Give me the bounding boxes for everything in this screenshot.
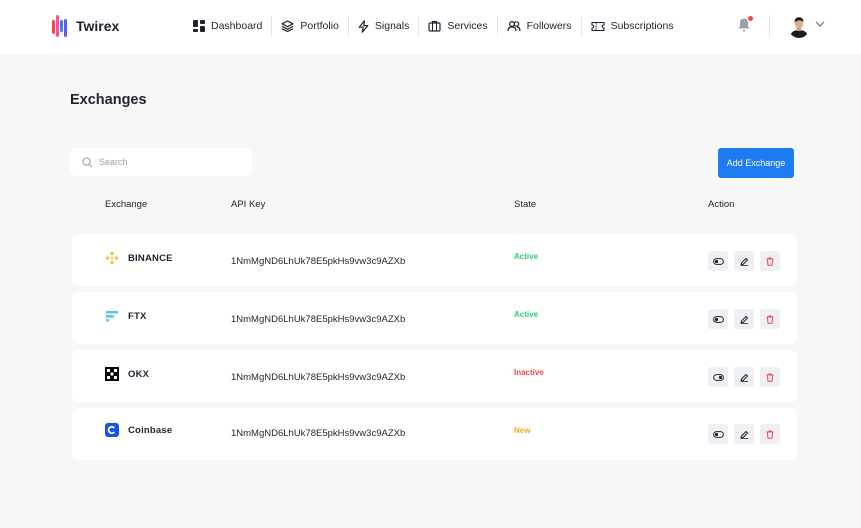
brand-name: Twirex <box>76 18 120 34</box>
nav-label: Subscriptions <box>610 20 674 32</box>
briefcase-icon <box>428 21 441 32</box>
delete-icon <box>766 257 774 266</box>
column-header-action: Action <box>708 199 735 210</box>
add-exchange-button[interactable]: Add Exchange <box>718 148 794 178</box>
nav-label: Signals <box>374 20 410 32</box>
users-icon <box>507 20 521 32</box>
nav-label: Dashboard <box>211 20 263 32</box>
nav-label: Portfolio <box>300 20 339 32</box>
toggle-icon <box>712 430 724 438</box>
okx-logo-icon <box>105 367 119 381</box>
toggle-button[interactable] <box>708 424 728 444</box>
avatar[interactable] <box>788 14 810 38</box>
nav-item-signals[interactable]: Signals <box>349 15 418 37</box>
delete-button[interactable] <box>760 367 780 387</box>
nav-item-subscriptions[interactable]: Subscriptions <box>582 15 683 37</box>
nav-item-portfolio[interactable]: Portfolio <box>272 15 348 37</box>
api-key: 1NmMgND6LhUk78E5pkHs9vw3c9AZXb <box>231 428 406 439</box>
brand-logo[interactable]: Twirex <box>52 15 119 37</box>
nav-item-dashboard[interactable]: Dashboard <box>184 15 271 37</box>
toggle-button[interactable] <box>708 251 728 271</box>
row-actions <box>708 424 786 444</box>
delete-icon <box>766 430 774 439</box>
delete-button[interactable] <box>760 251 780 271</box>
user-photo <box>788 14 810 38</box>
notification-badge <box>748 16 753 21</box>
layers-icon <box>281 20 294 32</box>
toggle-button[interactable] <box>708 309 728 329</box>
top-navbar: Twirex Dashboard Portfolio Signals Servi… <box>0 0 861 54</box>
main-nav: Dashboard Portfolio Signals Services Fol… <box>184 15 683 37</box>
coinbase-logo-icon <box>105 423 119 437</box>
nav-item-followers[interactable]: Followers <box>498 15 581 37</box>
nav-label: Followers <box>526 20 572 32</box>
table-row: BINANCE 1NmMgND6LhUk78E5pkHs9vw3c9AZXb A… <box>72 234 797 286</box>
delete-button[interactable] <box>760 424 780 444</box>
notifications-button[interactable] <box>737 16 753 34</box>
delete-button[interactable] <box>760 309 780 329</box>
api-key: 1NmMgND6LhUk78E5pkHs9vw3c9AZXb <box>231 256 406 267</box>
column-header-state: State <box>514 199 537 210</box>
edit-button[interactable] <box>734 367 754 387</box>
exchange-name: Coinbase <box>128 425 173 436</box>
status-badge: New <box>514 426 531 435</box>
column-header-api-key: API Key <box>231 199 266 210</box>
edit-icon <box>739 257 748 266</box>
table-row: FTX 1NmMgND6LhUk78E5pkHs9vw3c9AZXb Activ… <box>72 292 797 344</box>
search-box[interactable] <box>70 148 252 176</box>
delete-icon <box>766 315 774 324</box>
edit-icon <box>739 373 748 382</box>
twirex-logo-icon <box>52 15 70 37</box>
ticket-icon <box>591 21 605 31</box>
toggle-icon <box>712 373 724 381</box>
row-actions <box>708 367 786 387</box>
api-key: 1NmMgND6LhUk78E5pkHs9vw3c9AZXb <box>231 314 406 325</box>
edit-icon <box>739 315 748 324</box>
row-actions <box>708 309 786 329</box>
status-badge: Inactive <box>514 368 544 377</box>
chevron-down-icon[interactable] <box>815 20 825 28</box>
edit-icon <box>739 430 748 439</box>
toggle-icon <box>712 315 724 323</box>
exchange-name: BINANCE <box>128 253 173 264</box>
toggle-button[interactable] <box>708 367 728 387</box>
column-header-exchange: Exchange <box>105 199 148 210</box>
table-row: OKX 1NmMgND6LhUk78E5pkHs9vw3c9AZXb Inact… <box>72 350 797 402</box>
edit-button[interactable] <box>734 424 754 444</box>
status-badge: Active <box>514 310 539 319</box>
nav-item-services[interactable]: Services <box>419 15 496 37</box>
dashboard-icon <box>193 20 205 32</box>
api-key: 1NmMgND6LhUk78E5pkHs9vw3c9AZXb <box>231 372 406 383</box>
edit-button[interactable] <box>734 309 754 329</box>
status-badge: Active <box>514 252 539 261</box>
exchange-name: OKX <box>128 369 150 380</box>
search-input[interactable] <box>99 157 239 167</box>
page-title: Exchanges <box>70 92 147 108</box>
nav-label: Services <box>447 20 488 32</box>
search-icon <box>82 156 93 167</box>
toggle-icon <box>712 257 724 265</box>
header-divider <box>769 15 770 37</box>
ftx-logo-icon <box>106 311 118 322</box>
edit-button[interactable] <box>734 251 754 271</box>
exchange-name: FTX <box>128 311 147 322</box>
binance-logo-icon <box>105 251 119 265</box>
delete-icon <box>766 373 774 382</box>
row-actions <box>708 251 786 271</box>
lightning-icon <box>358 19 369 33</box>
table-row: Coinbase 1NmMgND6LhUk78E5pkHs9vw3c9AZXb … <box>72 408 797 460</box>
